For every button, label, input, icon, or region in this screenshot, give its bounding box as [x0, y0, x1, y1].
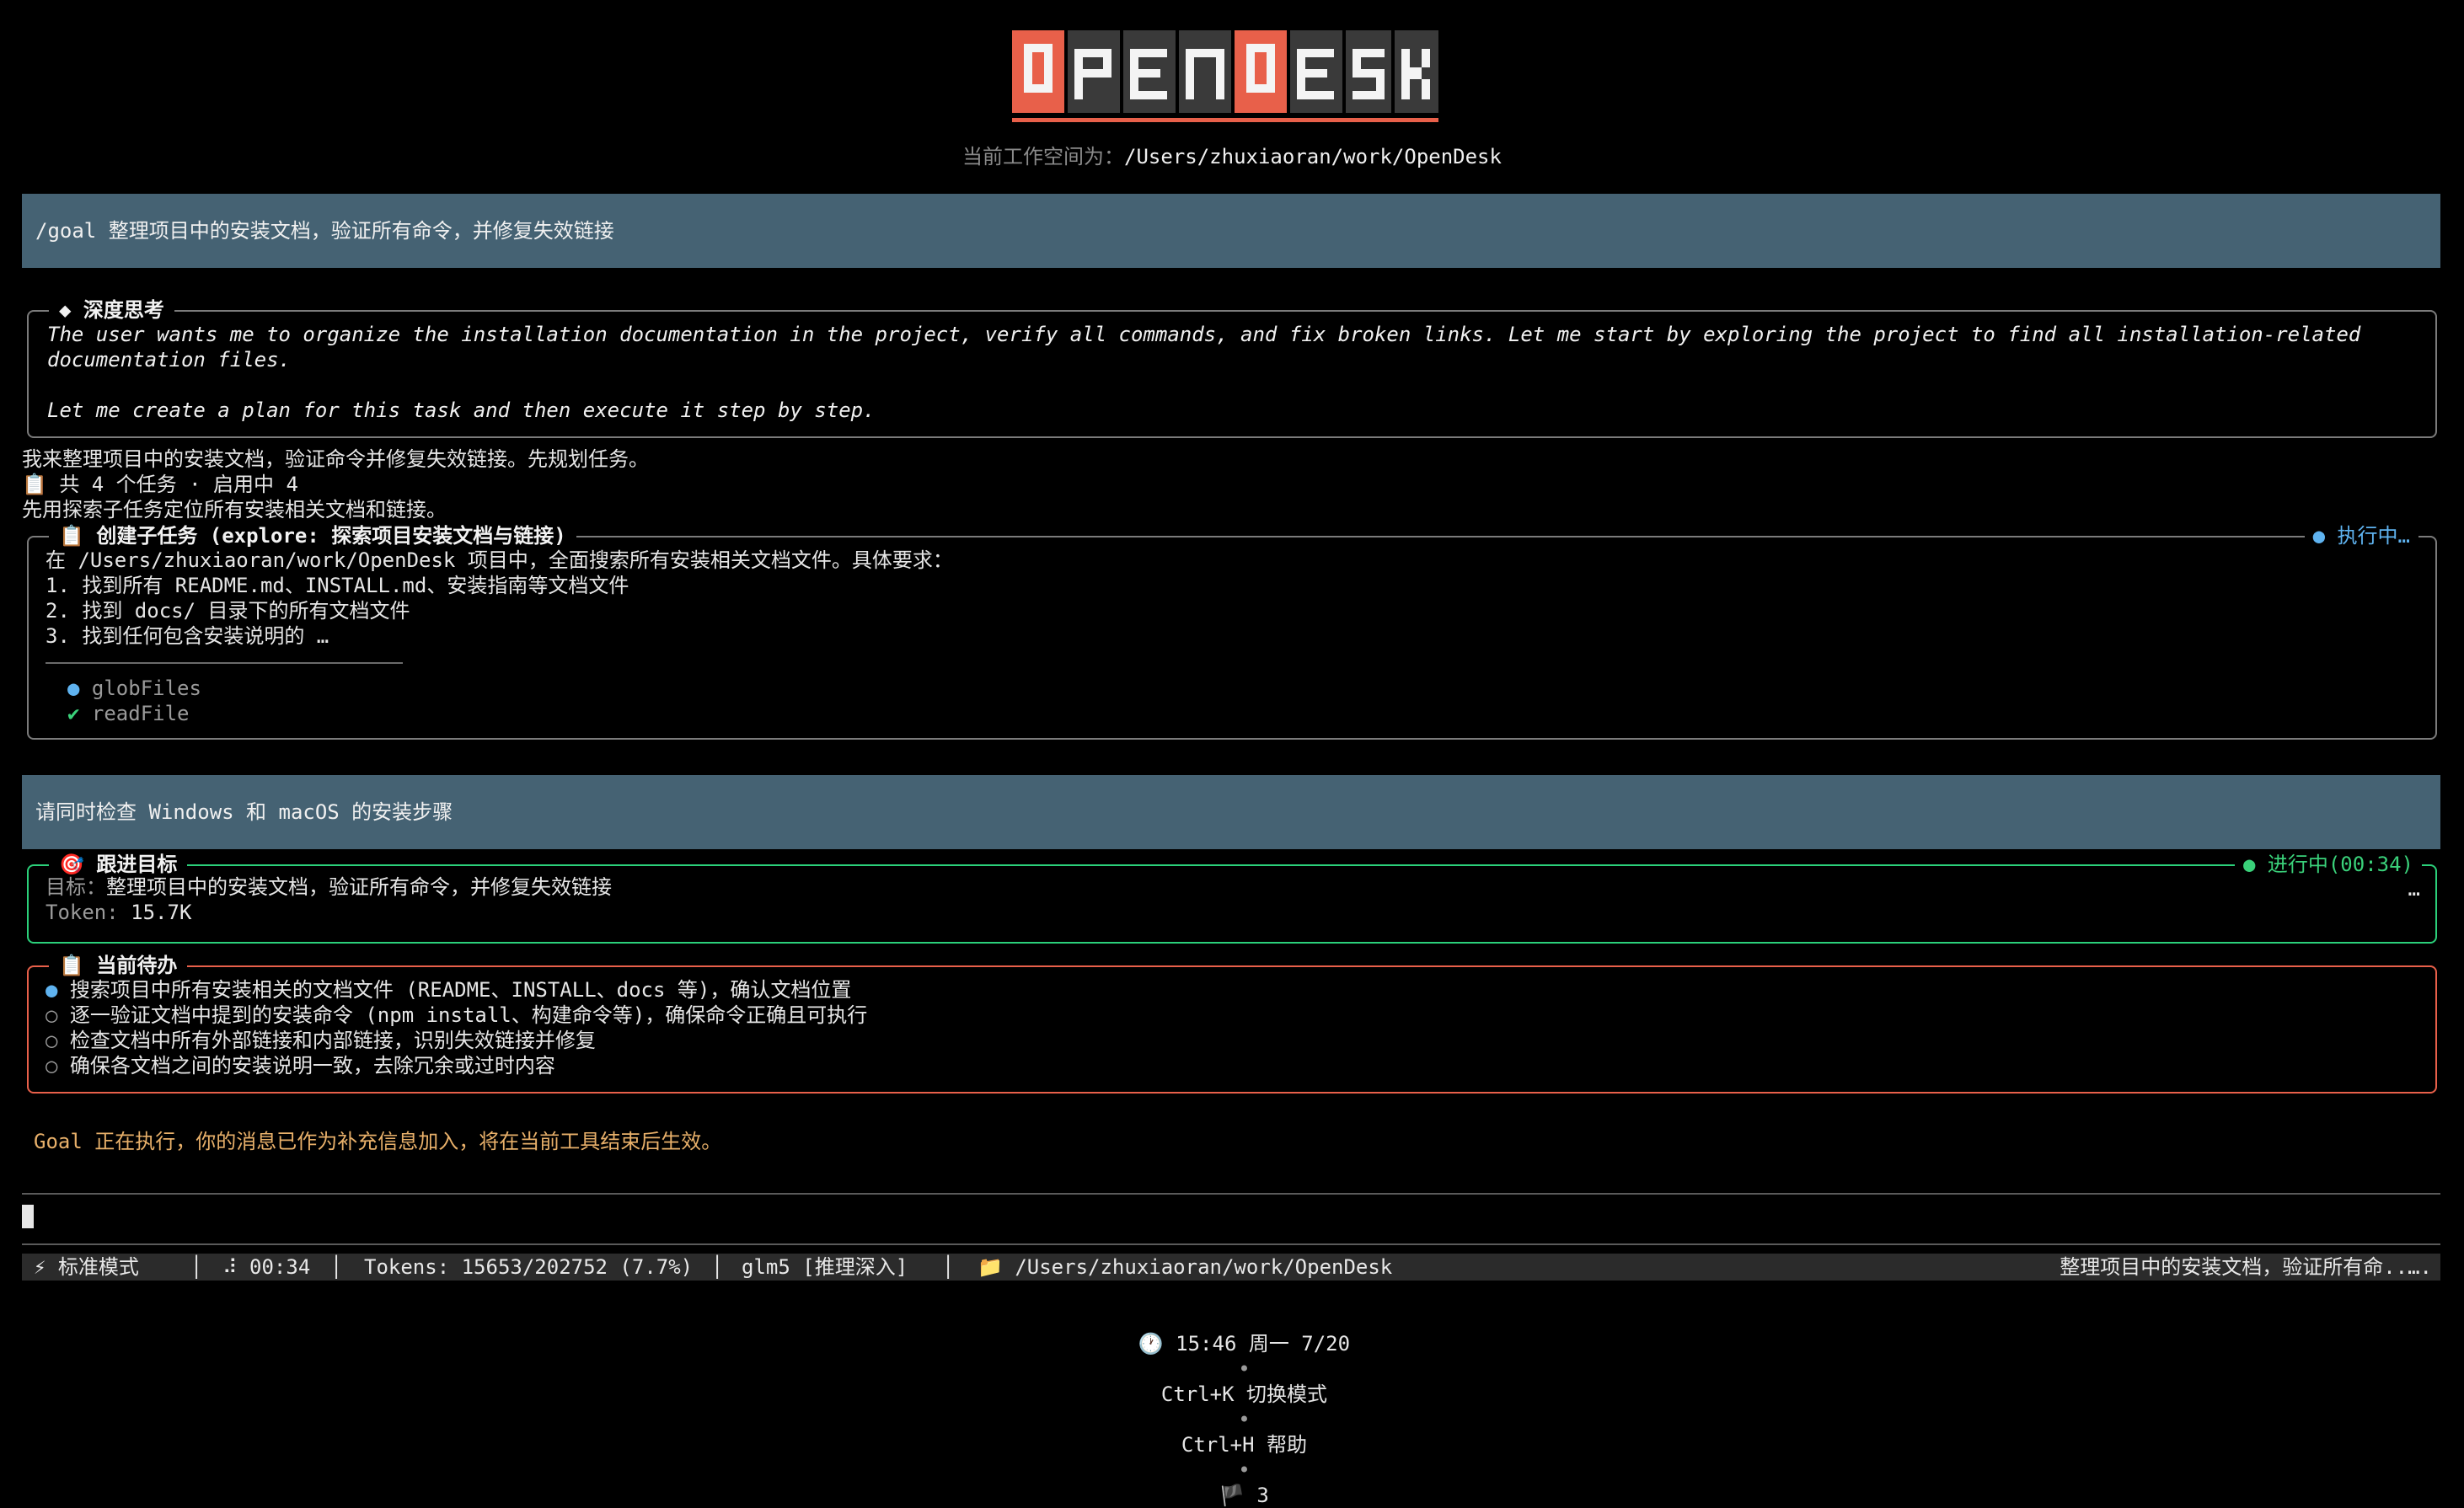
clock: 🕐 15:46 周一 7/20 — [1138, 1332, 1351, 1356]
goal-token: Token: 15.7K — [46, 900, 191, 925]
running-dot-icon: ● — [67, 676, 80, 700]
separator-dot: • — [1225, 1408, 1263, 1431]
separator: │ — [190, 1255, 203, 1279]
subtask-title: 📋 创建子任务 (explore: 探索项目安装文档与链接) — [49, 523, 576, 548]
footer-bar: 🕐 15:46 周一 7/20 • Ctrl+K 切换模式 • Ctrl+H 帮… — [0, 1306, 2464, 1508]
todo-item-text: 检查文档中所有外部链接和内部链接，识别失效链接并修复 — [69, 1029, 596, 1052]
todo-active-icon: ● — [46, 978, 58, 1002]
model-name[interactable]: glm5 [推理深入] — [742, 1254, 908, 1281]
tool-name: globFiles — [91, 676, 201, 700]
mode-indicator[interactable]: ⚡ 标准模式 — [34, 1254, 139, 1281]
logo-art — [1012, 30, 1438, 122]
tool-name: readFile — [91, 702, 190, 725]
check-icon: ✔ — [67, 702, 80, 725]
goal-preview: 整理项目中的安装文档，验证所有命..…. — [2060, 1255, 2432, 1279]
separator-dot: • — [1225, 1458, 1263, 1482]
todo-item: ● 搜索项目中所有安装相关的文档文件 (README、INSTALL、docs … — [46, 977, 851, 1003]
todo-pending-icon: ○ — [46, 1003, 58, 1027]
todo-item: ○ 检查文档中所有外部链接和内部链接，识别失效链接并修复 — [46, 1028, 596, 1053]
goal-target: 目标：整理项目中的安装文档，验证所有命令，并修复失效链接 — [46, 874, 612, 900]
tool-call-readfile: ✔ readFile — [67, 701, 190, 726]
goal-expand-ellipsis[interactable]: … — [2408, 876, 2420, 901]
prompt-input[interactable] — [22, 1205, 2440, 1238]
goal-token-label: Token: — [46, 901, 119, 924]
subtask-line: 在 /Users/zhuxiaoran/work/OpenDesk 项目中，全面… — [46, 548, 953, 572]
user-message: 请同时检查 Windows 和 macOS 的安装步骤 — [22, 775, 2440, 849]
user-message-text: 请同时检查 Windows 和 macOS 的安装步骤 — [35, 800, 453, 824]
thinking-panel: ◆ 深度思考 The user wants me to organize the… — [27, 297, 2437, 438]
assistant-text: 先用探索子任务定位所有安装相关文档和链接。 — [22, 498, 447, 521]
flag-count: 🏴 3 — [1219, 1484, 1269, 1507]
todo-item: ○ 逐一验证文档中提到的安装命令 (npm install、构建命令等)，确保命… — [46, 1003, 867, 1028]
opendesk-logo — [1012, 30, 1438, 123]
thinking-title: ◆ 深度思考 — [49, 297, 174, 323]
subtask-line: 3. 找到任何包含安装说明的 … — [46, 624, 329, 648]
workspace-line: 当前工作空间为：/Users/zhuxiaoran/work/OpenDesk — [0, 142, 2464, 172]
subtask-line: 2. 找到 docs/ 目录下的所有文档文件 — [46, 599, 410, 623]
thinking-line: The user wants me to organize the instal… — [47, 323, 2361, 346]
elapsed-timer: ⠼ 00:34 — [222, 1255, 311, 1279]
task-summary: 📋 共 4 个任务 · 启用中 4 — [22, 473, 298, 496]
todo-item-text: 逐一验证文档中提到的安装命令 (npm install、构建命令等)，确保命令正… — [69, 1003, 868, 1027]
tool-call-globfiles: ● globFiles — [67, 676, 201, 701]
separator: │ — [942, 1255, 955, 1279]
subtask-line: 1. 找到所有 README.md、INSTALL.md、安装指南等文档文件 — [46, 574, 629, 597]
status-bar: ⚡ 标准模式 │ ⠼ 00:34 │ Tokens: 15653/202752 … — [22, 1254, 2440, 1281]
goal-title: 🎯 跟进目标 — [49, 852, 188, 877]
todo-item-text: 搜索项目中所有安装相关的文档文件 (README、INSTALL、docs 等)… — [69, 978, 852, 1002]
input-top-border — [22, 1193, 2440, 1195]
workspace-label: 当前工作空间为： — [962, 145, 1125, 168]
goal-target-label: 目标： — [46, 875, 106, 899]
thinking-line: Let me create a plan for this task and t… — [47, 398, 876, 422]
separator: │ — [330, 1255, 343, 1279]
text-cursor — [22, 1205, 34, 1228]
todo-item: ○ 确保各文档之间的安装说明一致，去除冗余或过时内容 — [46, 1053, 555, 1078]
separator: │ — [711, 1255, 724, 1279]
user-message: /goal 整理项目中的安装文档，验证所有命令，并修复失效链接 — [22, 194, 2440, 268]
todo-panel: 📋 当前待办 ● 搜索项目中所有安装相关的文档文件 (README、INSTAL… — [27, 953, 2437, 1094]
todo-title: 📋 当前待办 — [49, 953, 188, 978]
todo-item-text: 确保各文档之间的安装说明一致，去除冗余或过时内容 — [69, 1054, 555, 1078]
token-usage: Tokens: 15653/202752 (7.7%) — [364, 1255, 694, 1279]
todo-pending-icon: ○ — [46, 1029, 58, 1052]
separator-dot: • — [1225, 1357, 1263, 1381]
workspace-path: /Users/zhuxiaoran/work/OpenDesk — [1124, 145, 1502, 168]
goal-token-value: 15.7K — [131, 901, 192, 924]
subtask-panel: 📋 创建子任务 (explore: 探索项目安装文档与链接) ● 执行中… 在 … — [27, 523, 2437, 740]
shortcut-help: Ctrl+H 帮助 — [1181, 1433, 1308, 1457]
divider — [46, 662, 403, 664]
shortcut-mode: Ctrl+K 切换模式 — [1160, 1382, 1328, 1406]
goal-panel: 🎯 跟进目标 ● 进行中(00:34) 目标：整理项目中的安装文档，验证所有命令… — [27, 852, 2437, 944]
user-message-text: /goal 整理项目中的安装文档，验证所有命令，并修复失效链接 — [35, 219, 614, 243]
goal-status: ● 进行中(00:34) — [2234, 852, 2422, 877]
todo-pending-icon: ○ — [46, 1054, 58, 1078]
workspace-path-status: 📁 /Users/zhuxiaoran/work/OpenDesk — [978, 1255, 1393, 1279]
input-bottom-border — [22, 1243, 2440, 1245]
goal-target-value: 整理项目中的安装文档，验证所有命令，并修复失效链接 — [106, 875, 612, 899]
subtask-status: ● 执行中… — [2304, 523, 2418, 548]
goal-notice: Goal 正在执行，你的消息已作为补充信息加入，将在当前工具结束后生效。 — [34, 1130, 722, 1153]
assistant-text: 我来整理项目中的安装文档，验证命令并修复失效链接。先规划任务。 — [22, 447, 649, 471]
thinking-line: documentation files. — [47, 348, 291, 372]
